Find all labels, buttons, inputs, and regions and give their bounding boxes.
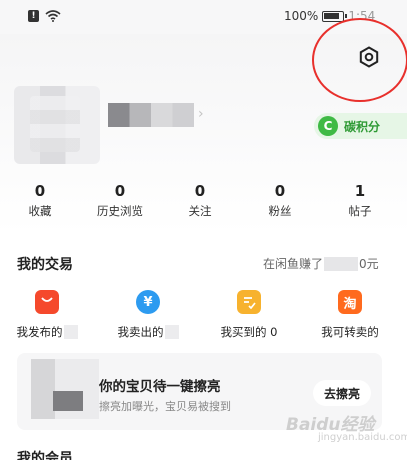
section-title-membership: 我的会员 <box>17 451 73 460</box>
stat-label: 粉丝 <box>268 204 292 218</box>
stat-value: 0 <box>114 182 126 200</box>
watermark-url: jingyan.baidu.com <box>318 432 407 443</box>
stat-history[interactable]: 0 历史浏览 <box>85 182 155 218</box>
trade-label-wrap: 我买到的 0 <box>204 324 294 340</box>
trade-label-wrap: 我可转卖的 <box>305 324 395 340</box>
stat-value: 1 <box>354 182 366 200</box>
bag-icon <box>35 290 59 314</box>
earnings-blurred <box>324 256 359 271</box>
stat-label: 关注 <box>188 204 212 218</box>
status-bar: ! 100% 1:54 <box>0 0 407 34</box>
stat-posts[interactable]: 1 帖子 <box>325 182 395 218</box>
stat-following[interactable]: 0 关注 <box>165 182 235 218</box>
avatar[interactable] <box>14 86 100 164</box>
blurred-count <box>164 325 179 339</box>
status-left: ! <box>28 10 61 22</box>
trade-resellable[interactable]: 淘 我可转卖的 <box>305 290 395 340</box>
carbon-points-label: 碳积分 <box>344 119 381 134</box>
alert-icon: ! <box>28 10 39 22</box>
carbon-leaf-icon: C <box>318 116 338 136</box>
trade-label: 我发布的 <box>16 325 63 339</box>
trade-label: 我可转卖的 <box>321 325 379 339</box>
checklist-icon <box>237 290 261 314</box>
item-thumbnail-blurred <box>31 359 99 419</box>
trade-label-wrap: 我发布的 <box>2 324 92 340</box>
blurred-count <box>63 325 78 339</box>
trade-published[interactable]: 我发布的 <box>2 290 92 340</box>
stat-label: 收藏 <box>28 204 52 218</box>
earnings-suffix: 0元 <box>359 257 379 271</box>
stat-label: 历史浏览 <box>97 204 143 218</box>
section-title-trades: 我的交易 <box>17 257 73 273</box>
stat-value: 0 <box>194 182 206 200</box>
chevron-right-icon[interactable]: › <box>198 106 204 122</box>
username-blurred[interactable] <box>108 103 194 127</box>
gear-icon <box>359 46 379 68</box>
battery-percent: 100% <box>284 9 319 23</box>
stats-row: 0 收藏 0 历史浏览 0 关注 0 粉丝 1 帖子 <box>0 182 407 222</box>
yen-icon: ¥ <box>136 290 160 314</box>
wifi-icon <box>45 10 61 22</box>
stat-value: 0 <box>274 182 286 200</box>
stat-followers[interactable]: 0 粉丝 <box>245 182 315 218</box>
promo-title: 你的宝贝待一键擦亮 <box>99 379 221 395</box>
earnings-summary[interactable]: 在闲鱼赚了 0元 <box>263 255 379 272</box>
clock-time: 1:54 <box>348 9 376 23</box>
trade-sold[interactable]: ¥ 我卖出的 <box>103 290 193 340</box>
stat-label: 帖子 <box>348 204 372 218</box>
stat-favorites[interactable]: 0 收藏 <box>5 182 75 218</box>
carbon-points-badge[interactable]: C 碳积分 <box>314 113 407 139</box>
trade-label-wrap: 我卖出的 <box>103 324 193 340</box>
promo-subtitle: 擦亮加曝光，宝贝易被搜到 <box>99 400 231 413</box>
trade-label: 我买到的 0 <box>220 325 278 339</box>
status-right: 100% 1:54 <box>284 9 375 23</box>
battery-icon <box>322 10 348 22</box>
trade-bought[interactable]: 我买到的 0 <box>204 290 294 340</box>
polish-button[interactable]: 去擦亮 <box>313 380 371 406</box>
trade-label: 我卖出的 <box>117 325 164 339</box>
taobao-icon: 淘 <box>338 290 362 314</box>
settings-button[interactable] <box>354 42 384 72</box>
earnings-prefix: 在闲鱼赚了 <box>263 257 324 271</box>
stat-value: 0 <box>34 182 46 200</box>
